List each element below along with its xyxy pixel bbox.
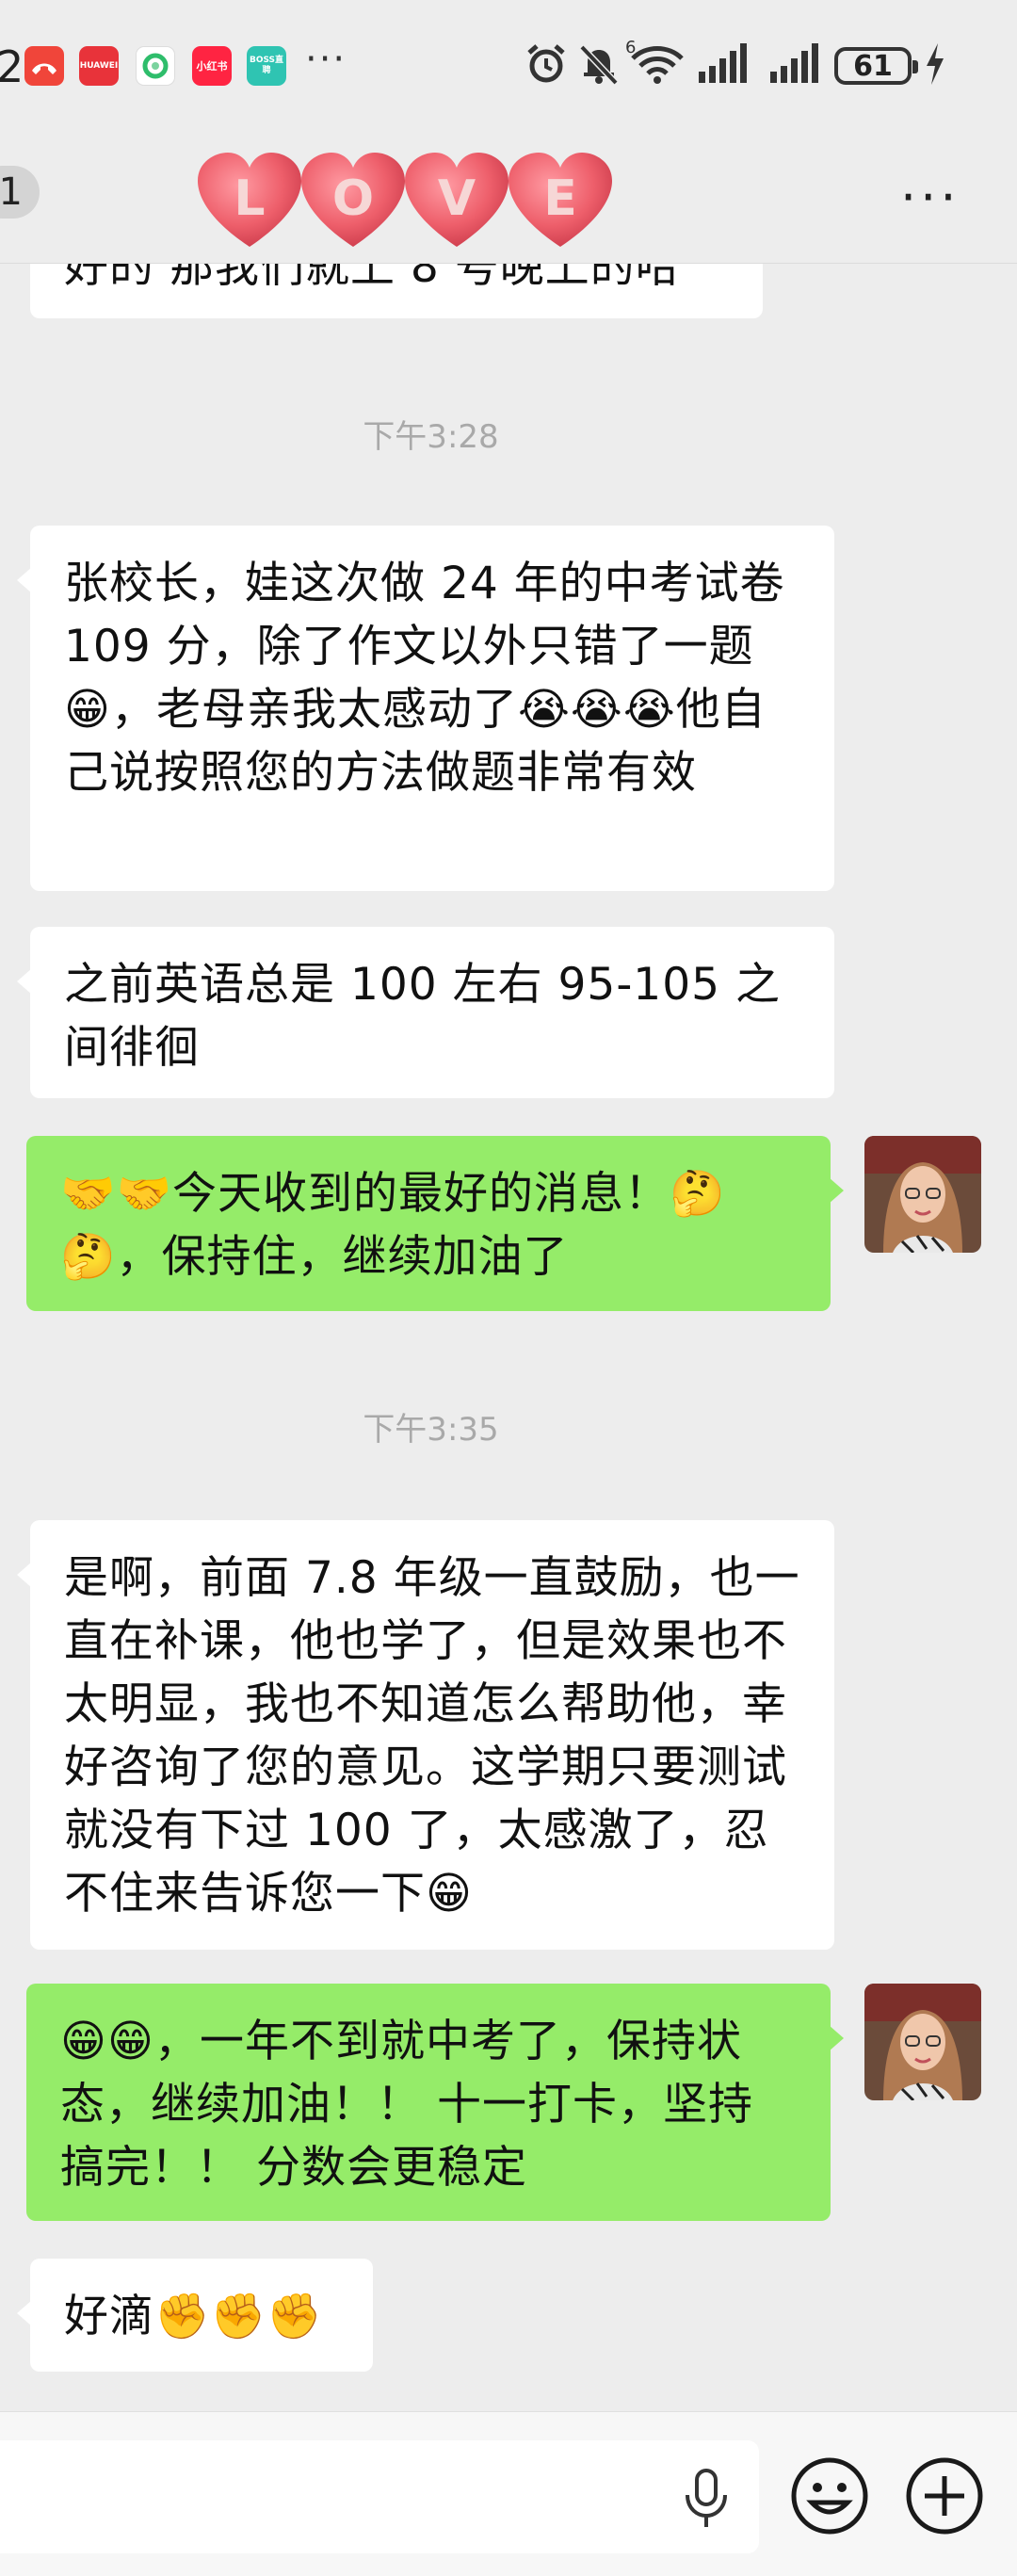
message-bubble-incoming[interactable]: 好滴✊✊✊ [17,2259,373,2372]
love-letter: V [438,170,476,227]
message-input[interactable] [0,2440,759,2553]
message-text: 好滴✊✊✊ [64,2291,323,2342]
more-options-button[interactable]: ··· [900,172,960,223]
unread-count: 1 [0,170,23,214]
message-bubble-incoming[interactable]: 之前英语总是 100 左右 95-105 之间徘徊 [17,927,834,1098]
emoji-button-icon[interactable] [789,2455,870,2536]
message-bubble-outgoing[interactable]: 🤝🤝今天收到的最好的消息！🤔🤔，保持住，继续加油了 [26,1136,844,1311]
message-bubble-incoming[interactable]: 张校长，娃这次做 24 年的中考试卷109 分，除了作文以外只错了一题😁，老母亲… [17,526,834,891]
message-text: 之前英语总是 100 左右 95-105 之间徘徊 [64,959,781,1074]
more-dots-icon: ··· [900,168,960,227]
message-text: 🤝🤝今天收到的最好的消息！🤔🤔，保持住，继续加油了 [60,1168,726,1283]
avatar[interactable] [864,1984,981,2100]
message-list[interactable]: 好的 那我们就上 8 号晚上的哈 下午3:28 张校长，娃这次做 24 年的中考… [0,0,1017,2576]
message-bubble-outgoing[interactable]: 😁😁，一年不到就中考了，保持状态，继续加油！！ 十一打卡，坚持搞完！！ 分数会更… [26,1984,844,2221]
love-letter: L [234,170,265,227]
plus-button-icon[interactable] [904,2455,985,2536]
input-bar [0,2411,1017,2576]
microphone-icon[interactable] [680,2469,733,2529]
avatar[interactable] [864,1136,981,1253]
message-text: 张校长，娃这次做 24 年的中考试卷109 分，除了作文以外只错了一题😁，老母亲… [64,558,785,799]
timestamp: 下午3:35 [363,1411,499,1449]
message-text: 😁😁，一年不到就中考了，保持状态，继续加油！！ 十一打卡，坚持搞完！！ 分数会更… [60,2016,753,2194]
message-bubble-incoming[interactable]: 是啊，前面 7.8 年级一直鼓励，也一直在补课，他也学了，但是效果也不太明显，我… [17,1520,834,1950]
back-button[interactable]: 1 [0,166,40,219]
chat-header: 1 L O V E ··· [0,132,1017,264]
love-hearts-title: L O V E [198,153,612,247]
timestamp: 下午3:28 [363,418,499,456]
message-text: 是啊，前面 7.8 年级一直鼓励，也一直在补课，他也学了，但是效果也不太明显，我… [64,1552,800,1920]
love-letter: O [332,170,374,227]
love-letter: E [543,170,577,227]
